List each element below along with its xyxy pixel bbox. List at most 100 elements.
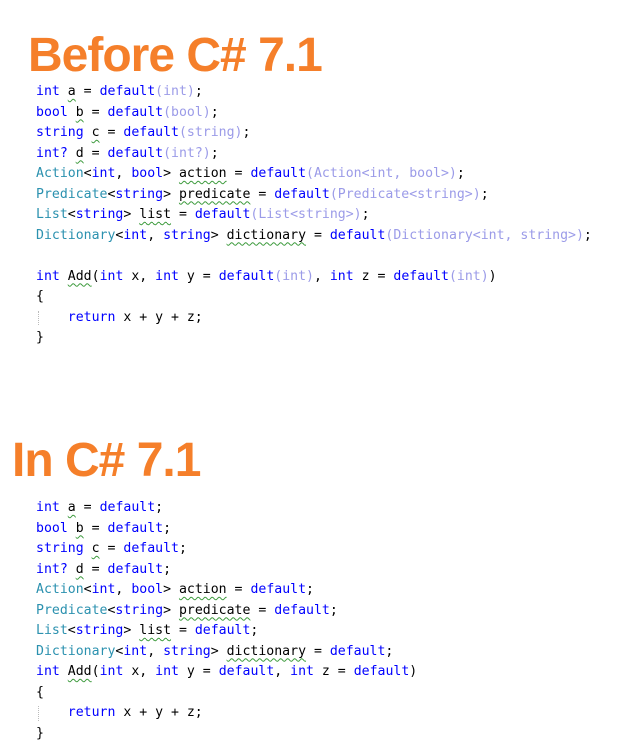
code-line: Predicate<string> predicate = default;	[36, 601, 417, 622]
keyword: default	[194, 623, 251, 638]
code-line: int Add(int x, int y = default, int z = …	[36, 662, 417, 683]
code-line: string c = default(string);	[36, 123, 592, 144]
code-line: List<string> list = default(List<string>…	[36, 205, 592, 226]
keyword: default	[218, 664, 275, 679]
code-text: z =	[353, 268, 394, 284]
keyword: int	[155, 268, 179, 284]
keyword: string	[75, 207, 124, 222]
code-text: =	[75, 500, 100, 515]
keyword: default	[107, 104, 164, 120]
keyword: int	[99, 664, 124, 679]
redundant-type-argument: (int)	[274, 268, 314, 284]
code-text: >	[210, 227, 227, 243]
code-text: (	[91, 664, 100, 679]
keyword: int	[123, 227, 148, 243]
keyword: bool	[131, 582, 164, 597]
code-text: ,	[313, 268, 330, 284]
redundant-type-argument: (Predicate<string>)	[329, 186, 481, 202]
identifier-with-suggestion: a	[67, 84, 76, 99]
code-line: string c = default;	[36, 539, 417, 560]
code-text: ;	[361, 207, 370, 222]
keyword: int	[123, 643, 148, 659]
redundant-type-argument: (string)	[178, 125, 243, 140]
code-text: ,	[147, 643, 164, 659]
keyword: string	[163, 643, 211, 659]
identifier-with-suggestion: action	[178, 582, 227, 597]
identifier-with-suggestion: d	[75, 145, 84, 161]
code-line: int? d = default(int?);	[36, 144, 592, 165]
code-text: =	[83, 561, 108, 577]
code-line: Action<int, bool> action = default(Actio…	[36, 164, 592, 185]
keyword: default	[329, 643, 386, 659]
keyword: string	[115, 602, 164, 618]
code-text: )	[488, 268, 497, 284]
code-text: <	[83, 582, 92, 597]
code-text: (	[91, 268, 100, 284]
code-text: ;	[456, 166, 465, 181]
keyword: string	[115, 186, 164, 202]
keyword: string	[163, 227, 211, 243]
keyword: default	[250, 166, 307, 181]
identifier-with-suggestion: Add	[67, 664, 92, 679]
indent-guide	[38, 706, 39, 721]
keyword: int?	[36, 145, 68, 161]
redundant-type-argument: (Dictionary<int, string>)	[385, 227, 584, 243]
code-text: =	[306, 227, 330, 243]
code-text: >	[163, 166, 179, 181]
code-text: x + y + z;	[115, 309, 203, 325]
keyword: int	[36, 500, 60, 515]
code-text: ;	[163, 520, 172, 536]
code-text: >	[123, 623, 140, 638]
keyword: int	[36, 84, 60, 99]
identifier-with-suggestion: c	[91, 541, 100, 556]
keyword: int	[290, 664, 314, 679]
code-text: >	[163, 602, 179, 618]
code-line: Dictionary<int, string> dictionary = def…	[36, 642, 417, 663]
code-line: {	[36, 287, 592, 308]
keyword: int	[99, 268, 124, 284]
keyword: int	[91, 582, 116, 597]
code-line: return x + y + z;	[36, 308, 592, 329]
code-line: Predicate<string> predicate = default(Pr…	[36, 185, 592, 206]
code-text: ,	[147, 227, 164, 243]
keyword: default	[123, 125, 179, 140]
type-name: Action	[36, 582, 84, 597]
code-line: }	[36, 328, 592, 349]
keyword: default	[353, 664, 410, 679]
identifier-with-suggestion: b	[75, 520, 84, 536]
keyword: default	[107, 145, 164, 161]
code-text: x,	[123, 664, 156, 679]
redundant-type-argument: (int)	[448, 268, 489, 284]
code-text: ;	[210, 104, 219, 120]
heading-before-csharp-7-1: Before C# 7.1	[28, 29, 323, 82]
code-text: }	[36, 330, 44, 345]
heading-in-csharp-7-1: In C# 7.1	[12, 434, 201, 487]
code-text: ;	[480, 186, 489, 202]
identifier-with-suggestion: dictionary	[226, 643, 307, 659]
identifier-with-suggestion: c	[91, 125, 100, 140]
code-text: =	[99, 541, 124, 556]
code-text: =	[83, 520, 108, 536]
redundant-type-argument: (int)	[155, 84, 195, 99]
identifier-with-suggestion: dictionary	[226, 227, 307, 243]
identifier-with-suggestion: b	[75, 104, 84, 120]
keyword: int	[91, 166, 116, 181]
code-text: <	[83, 166, 92, 181]
type-name: Dictionary	[36, 227, 116, 243]
keyword: int	[155, 664, 179, 679]
code-text: {	[36, 684, 44, 700]
code-line: int a = default(int);	[36, 82, 592, 103]
keyword: default	[107, 520, 164, 536]
code-line: Dictionary<int, string> dictionary = def…	[36, 226, 592, 247]
code-line: List<string> list = default;	[36, 621, 417, 642]
keyword: int	[36, 268, 60, 284]
keyword: default	[329, 227, 386, 243]
